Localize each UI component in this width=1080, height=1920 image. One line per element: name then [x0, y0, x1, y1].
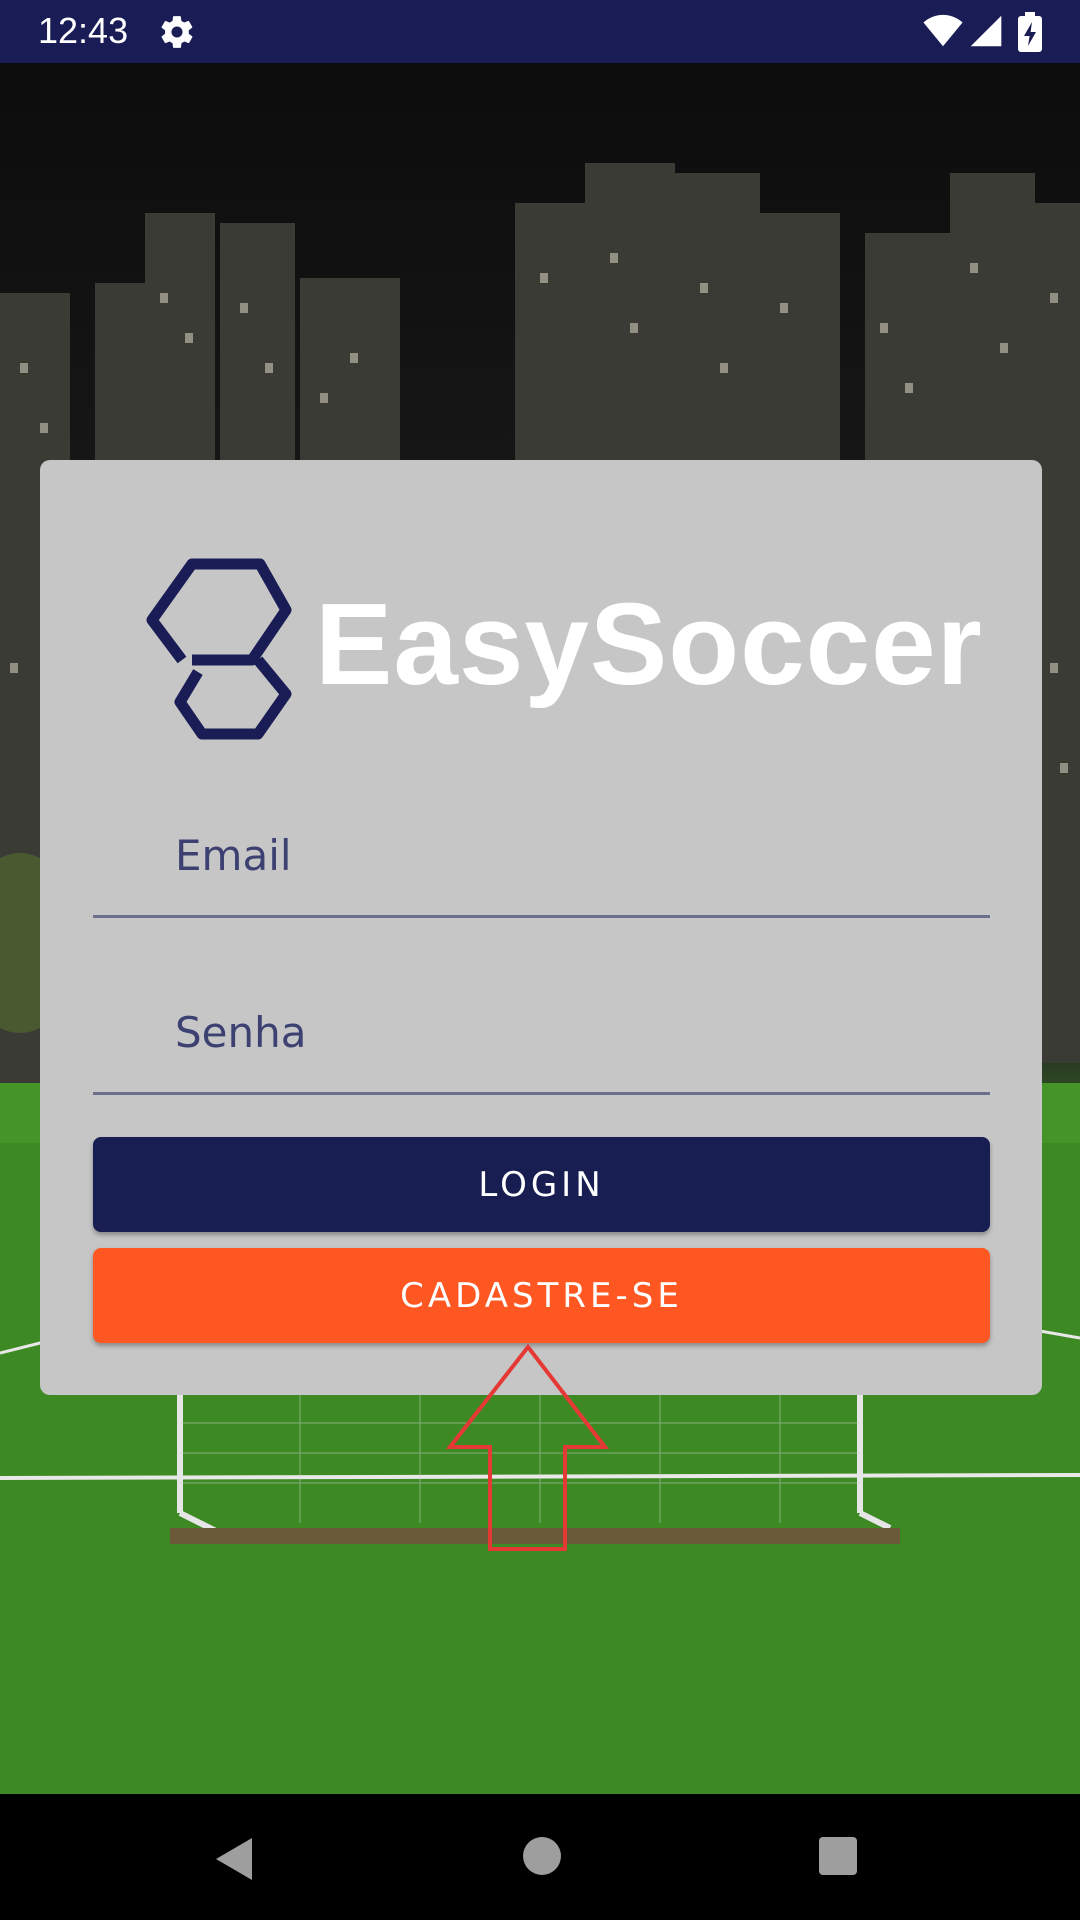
status-time: 12:43 — [38, 10, 129, 51]
status-bar: 12:43 — [0, 0, 1080, 63]
password-input[interactable] — [93, 972, 990, 1092]
hexagon-s-logo-icon — [146, 558, 292, 740]
cellular-signal-icon — [970, 15, 1002, 47]
email-field[interactable] — [93, 795, 990, 918]
settings-gear-icon — [161, 16, 193, 48]
recents-square-icon[interactable] — [816, 1834, 860, 1878]
brand-name: EasySoccer — [315, 579, 983, 709]
home-circle-icon[interactable] — [520, 1834, 564, 1878]
email-input[interactable] — [93, 795, 990, 915]
red-up-arrow-icon — [445, 1343, 610, 1551]
login-button[interactable]: LOGIN — [93, 1137, 990, 1232]
battery-charging-icon — [1018, 12, 1042, 52]
back-triangle-icon[interactable] — [212, 1834, 262, 1884]
navigation-bar — [0, 1794, 1080, 1920]
password-field[interactable] — [93, 972, 990, 1095]
brand-logo: EasySoccer — [140, 552, 982, 742]
login-card: EasySoccer LOGIN CADASTRE-SE — [40, 460, 1042, 1395]
wifi-icon — [923, 14, 963, 47]
signup-button[interactable]: CADASTRE-SE — [93, 1248, 990, 1343]
